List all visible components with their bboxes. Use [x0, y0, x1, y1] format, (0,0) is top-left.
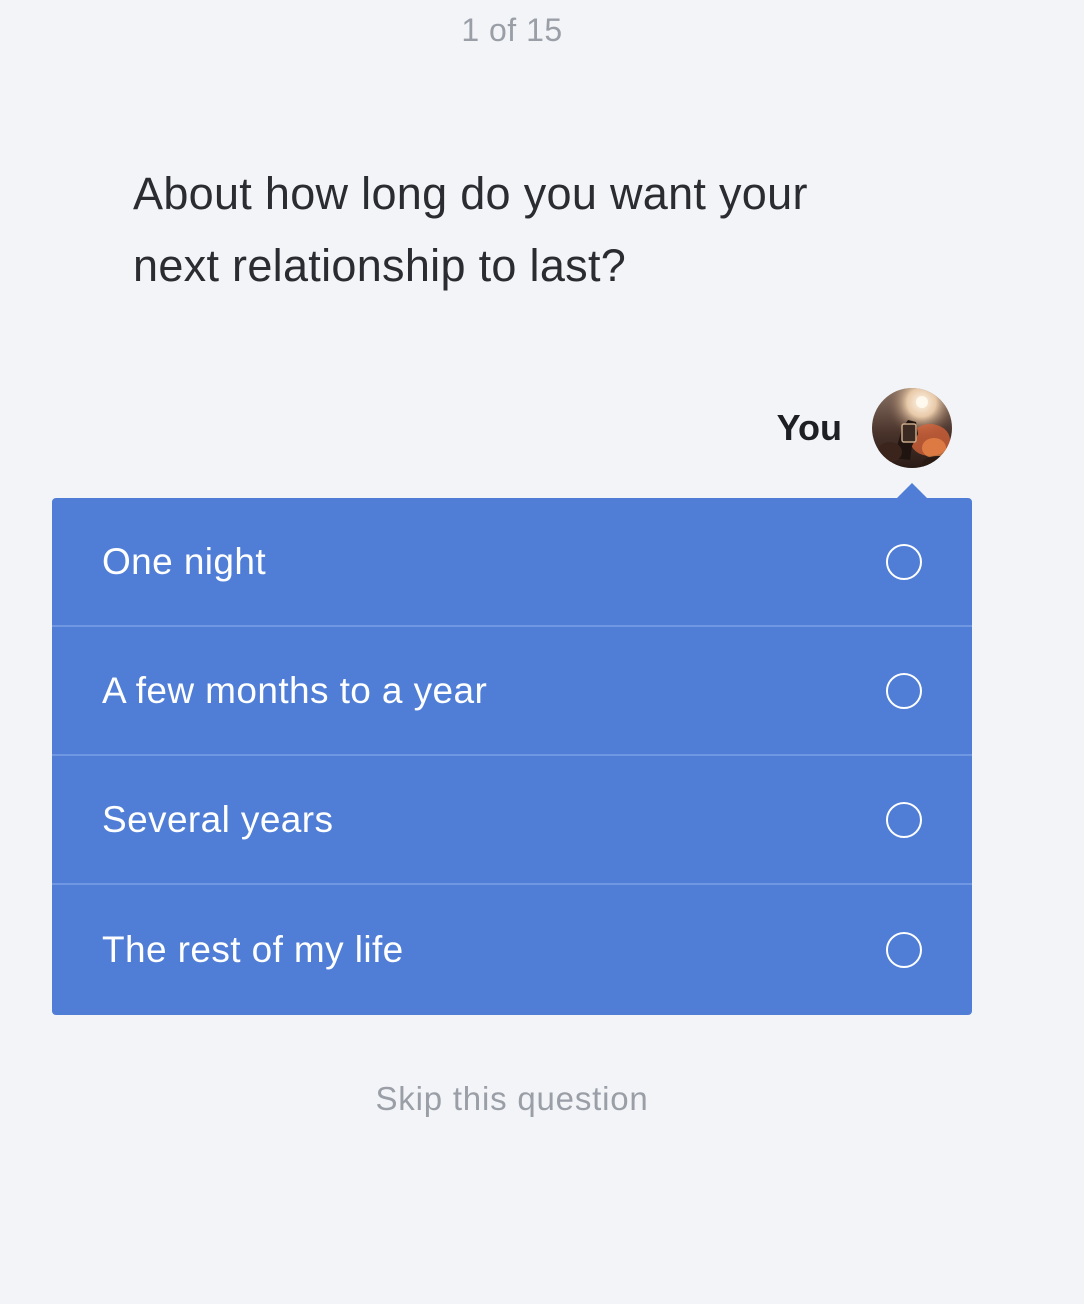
radio-button[interactable]: [886, 932, 922, 968]
radio-button[interactable]: [886, 801, 922, 838]
answer-option[interactable]: One night: [52, 498, 972, 627]
avatar: [872, 388, 952, 468]
radio-button[interactable]: [886, 543, 922, 580]
question-text: About how long do you want your next rel…: [133, 168, 808, 291]
answer-option-label: One night: [102, 540, 267, 582]
radio-button[interactable]: [886, 672, 922, 709]
answer-option-label: The rest of my life: [102, 929, 404, 970]
skip-question-link[interactable]: Skip this question: [0, 1080, 1024, 1118]
answer-option[interactable]: Several years: [52, 756, 972, 885]
answer-options-list: One night A few months to a year Several…: [52, 498, 972, 1015]
answerer-pointer: [897, 483, 927, 498]
answer-option-label: A few months to a year: [102, 669, 488, 711]
answer-option-label: Several years: [102, 798, 334, 840]
answer-option[interactable]: The rest of my life: [52, 885, 972, 1015]
avatar-photo: [872, 388, 952, 468]
answer-option[interactable]: A few months to a year: [52, 627, 972, 756]
question-progress: 1 of 15: [461, 12, 563, 48]
answerer-label: You: [776, 407, 842, 448]
answerer-header: You: [700, 388, 952, 468]
